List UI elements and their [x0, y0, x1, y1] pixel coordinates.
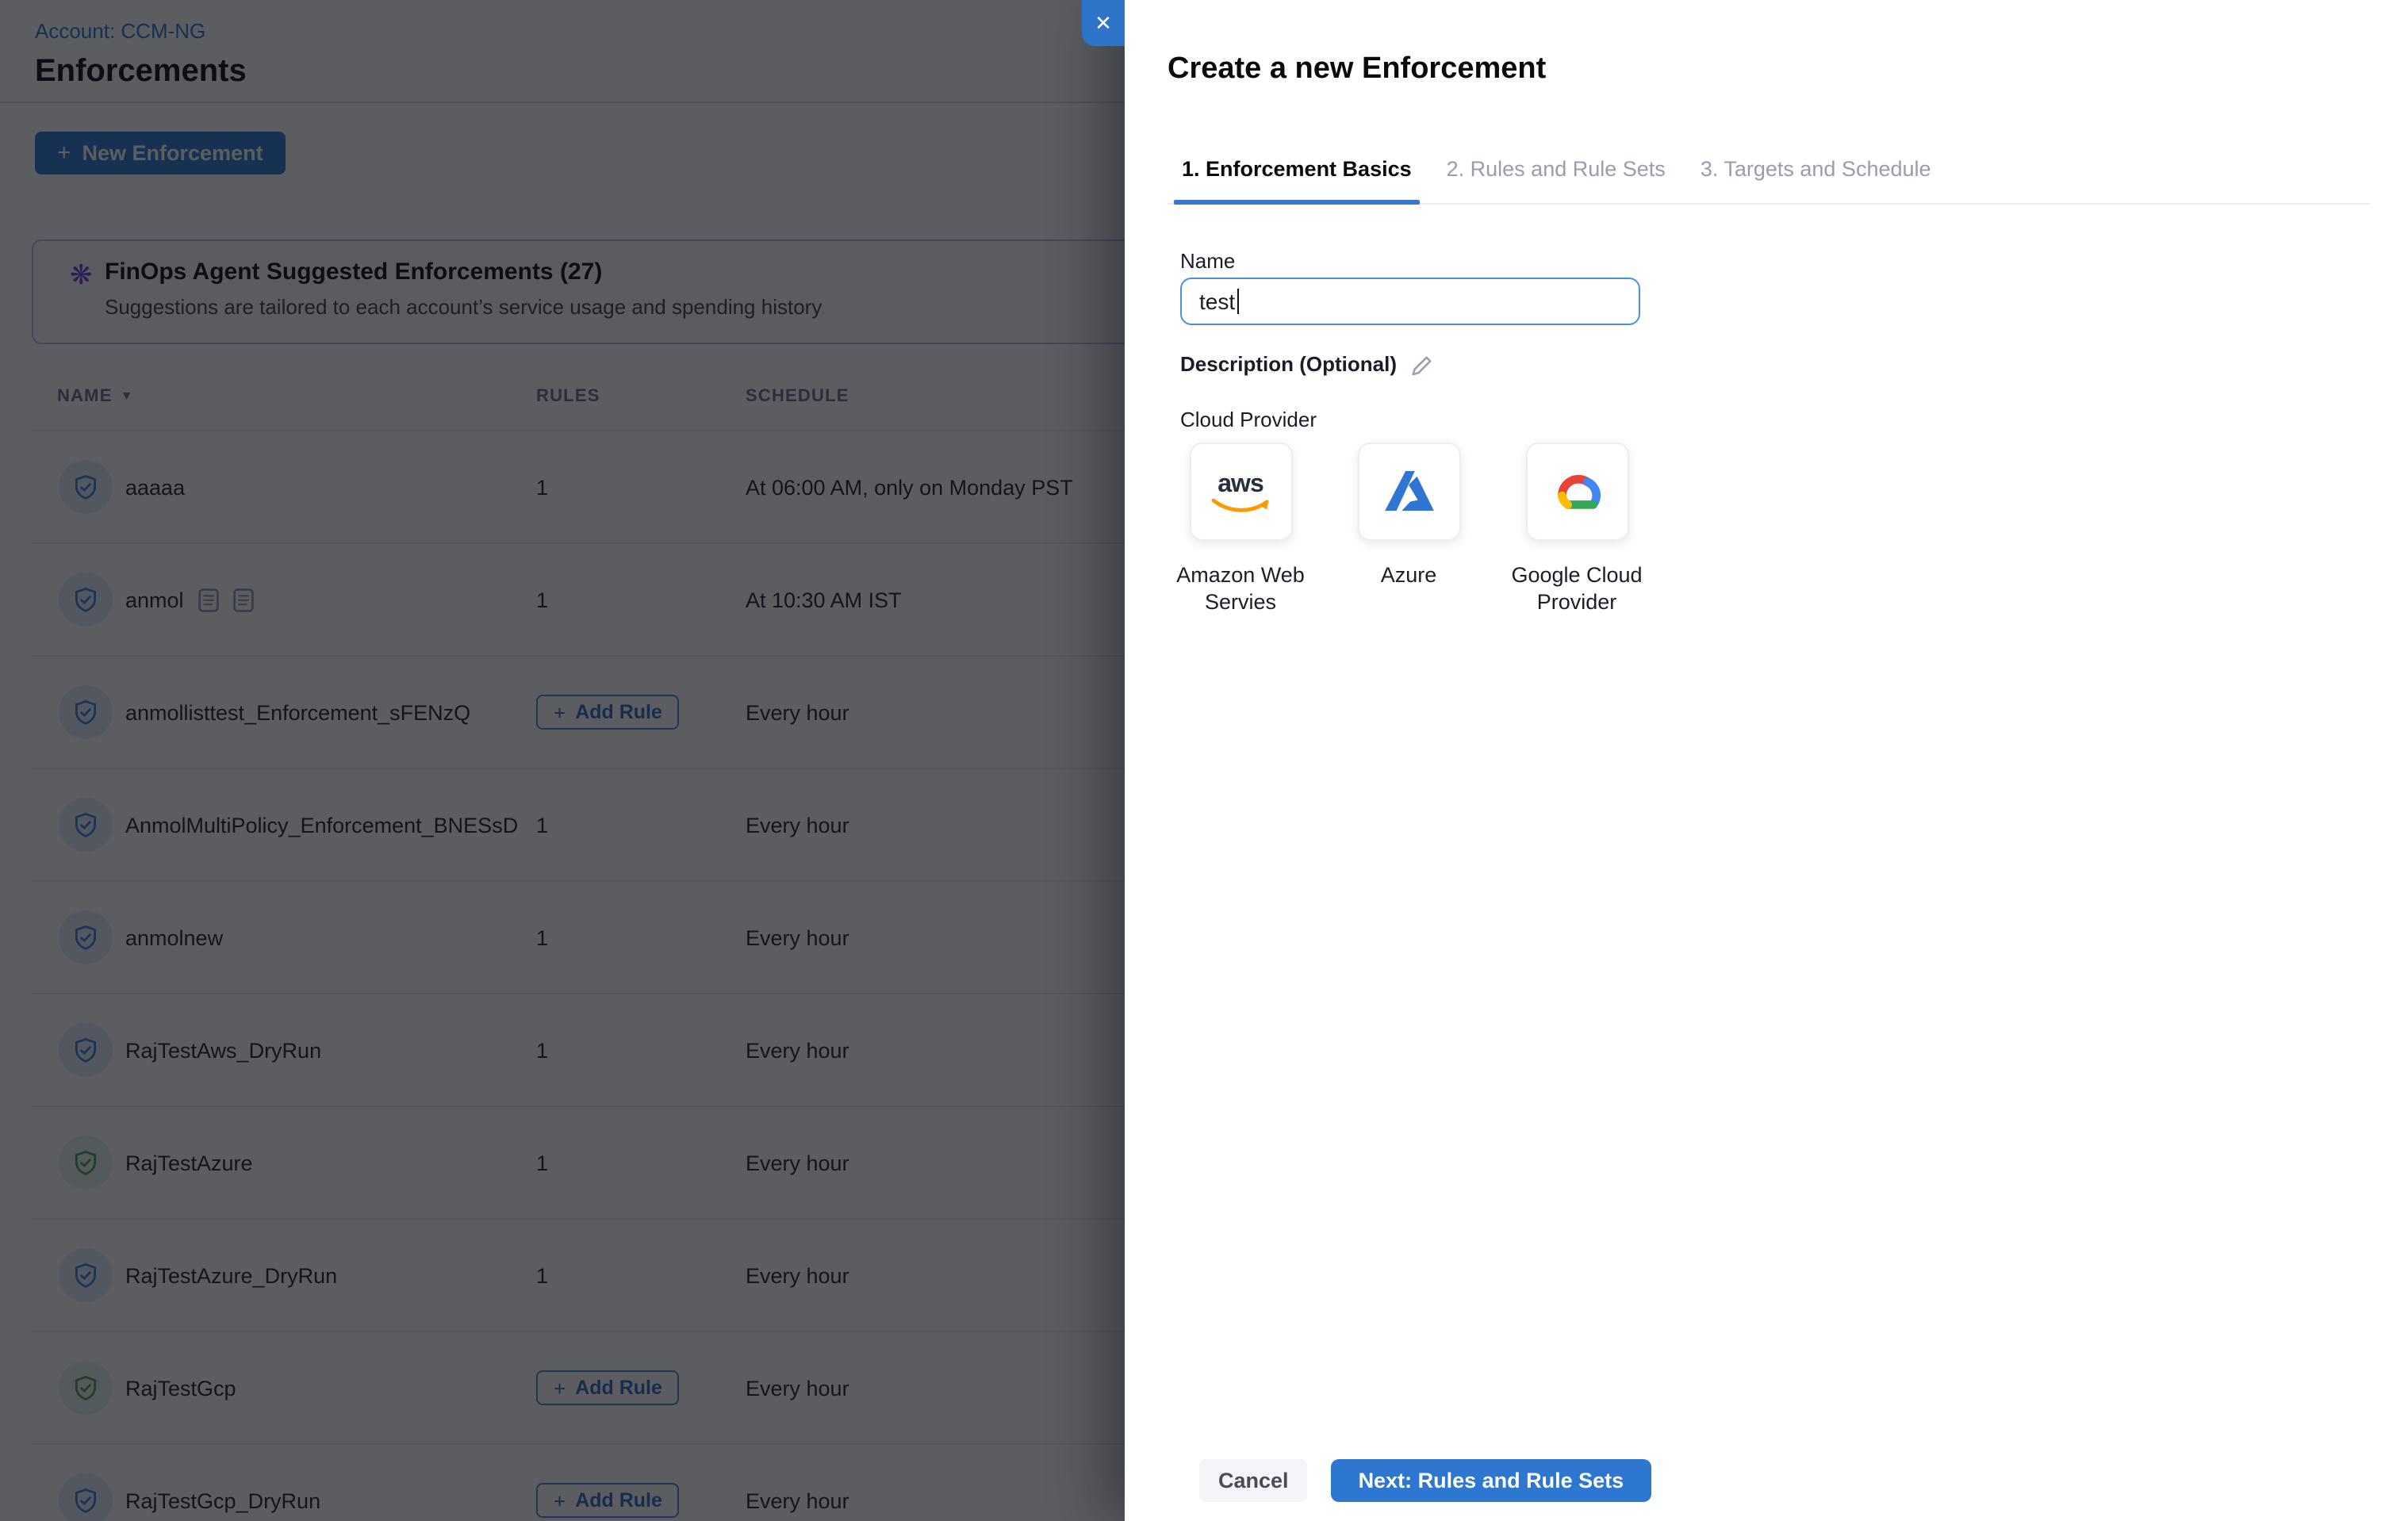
wizard-tab-1[interactable]: 1. Enforcement Basics	[1174, 155, 1420, 203]
cancel-button[interactable]: Cancel	[1199, 1459, 1308, 1502]
description-label: Description (Optional)	[1180, 352, 1397, 377]
drawer-content: Create a new Enforcement 1. Enforcement …	[1125, 0, 2408, 1521]
wizard-tab-2[interactable]: 2. Rules and Rule Sets	[1439, 155, 1674, 203]
provider-card-aws[interactable]: aws	[1189, 443, 1292, 541]
gcp-logo-icon	[1547, 467, 1606, 516]
azure-logo-icon	[1384, 470, 1433, 513]
create-enforcement-drawer: ✕ Create a new Enforcement 1. Enforcemen…	[1125, 0, 2408, 1521]
screen: Account: CCM-NG Enforcements + New Enfor…	[0, 0, 2408, 1521]
cloud-provider-label: Cloud Provider	[1180, 408, 2370, 433]
name-label: Name	[1180, 249, 2370, 274]
aws-logo-icon: aws	[1209, 473, 1272, 516]
provider-option-aws[interactable]: aws Amazon Web Servies	[1158, 443, 1323, 615]
provider-label: Amazon Web Servies	[1158, 561, 1323, 615]
provider-label: Azure	[1381, 561, 1437, 588]
drawer-title: Create a new Enforcement	[1168, 0, 2370, 89]
name-input[interactable]: test	[1180, 278, 1640, 325]
close-icon[interactable]: ✕	[1082, 0, 1125, 46]
provider-option-gcp[interactable]: Google Cloud Provider	[1494, 443, 1659, 615]
next-button[interactable]: Next: Rules and Rule Sets	[1332, 1459, 1651, 1502]
name-input-value: test	[1199, 289, 1235, 314]
wizard-tabs: 1. Enforcement Basics 2. Rules and Rule S…	[1168, 155, 2370, 205]
provider-option-azure[interactable]: Azure	[1326, 443, 1491, 615]
cloud-provider-options: aws Amazon Web Servies Azure Google Clou…	[1158, 443, 2370, 615]
text-cursor	[1237, 289, 1239, 314]
enforcement-basics-form: Name test Description (Optional) Cloud P…	[1180, 249, 2370, 615]
provider-label: Google Cloud Provider	[1494, 561, 1659, 615]
provider-card-azure[interactable]	[1357, 443, 1460, 541]
drawer-footer: Cancel Next: Rules and Rule Sets	[1199, 1459, 1651, 1502]
provider-card-gcp[interactable]	[1525, 443, 1628, 541]
edit-pencil-icon[interactable]	[1409, 353, 1433, 377]
wizard-tab-3[interactable]: 3. Targets and Schedule	[1693, 155, 1939, 203]
